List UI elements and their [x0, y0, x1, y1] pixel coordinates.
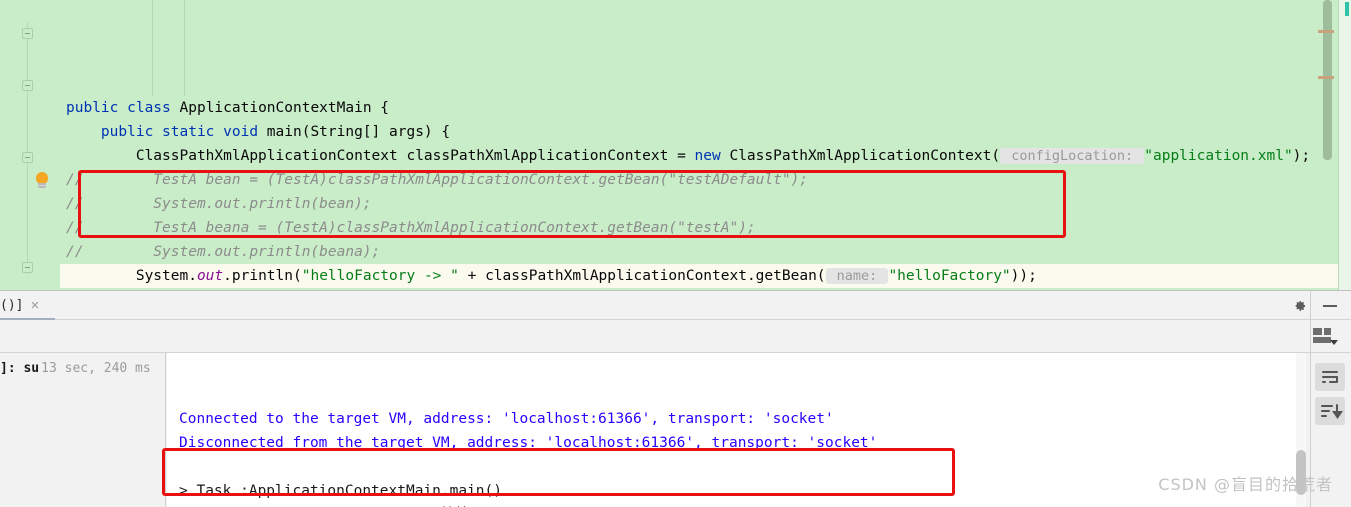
run-tab[interactable]: ()] ×	[0, 291, 47, 320]
code-token: out	[196, 268, 224, 284]
run-duration-text: 13 sec, 240 ms	[41, 361, 151, 376]
code-token: name:	[825, 268, 889, 284]
lightbulb-icon[interactable]	[34, 172, 50, 190]
editor-status-marker	[1345, 2, 1349, 16]
code-token: new	[694, 148, 730, 164]
code-token: static	[162, 124, 224, 140]
layout-cell	[1324, 328, 1331, 335]
editor-gutter[interactable]	[0, 0, 60, 290]
code-editor[interactable]: public class ApplicationContextMain { pu…	[0, 0, 1351, 290]
run-result-summary: ]: su 13 sec, 240 ms	[0, 353, 166, 507]
code-line[interactable]: ClassPathXmlApplicationContext classPath…	[60, 144, 1351, 168]
lightbulb-base	[38, 183, 46, 188]
code-token: void	[223, 124, 267, 140]
code-token: configLocation:	[1000, 148, 1145, 164]
code-token: // TestA beana = (TestA)classPathXmlAppl…	[66, 220, 756, 236]
code-token: "helloFactory"	[888, 268, 1011, 284]
code-token: (String[] args) {	[301, 124, 451, 140]
code-token: main	[266, 124, 302, 140]
code-token: ClassPathXmlApplicationContext(	[729, 148, 1001, 164]
code-token: ClassPathXmlApplicationContext classPath…	[66, 148, 695, 164]
chevron-down-icon[interactable]	[1330, 340, 1338, 345]
run-tab-label: ()]	[0, 298, 24, 313]
console-line: Disconnected from the target VM, address…	[179, 435, 878, 451]
layout-cell	[1313, 328, 1322, 335]
csdn-watermark: CSDN @盲目的拾荒者	[1158, 475, 1333, 494]
code-token: // System.out.println(bean);	[66, 196, 372, 212]
editor-change-marker	[1318, 76, 1334, 79]
code-line[interactable]: public static void main(String[] args) {	[60, 120, 1351, 144]
run-toolstrip	[0, 320, 1351, 353]
code-token: .println(	[223, 268, 302, 284]
console-line: > Task :ApplicationContextMain.main()	[179, 483, 503, 499]
code-line[interactable]: public class ApplicationContextMain {	[60, 96, 1351, 120]
code-token: );	[1292, 148, 1311, 164]
soft-wrap-icon[interactable]	[1315, 363, 1345, 391]
editor-scrollbar-thumb[interactable]	[1323, 0, 1332, 160]
run-status-text: ]: su	[0, 361, 40, 376]
code-token: class	[127, 100, 180, 116]
fold-guide-line	[27, 22, 28, 274]
code-token: ));	[1010, 268, 1037, 284]
code-line[interactable]: // System.out.println(beana);	[60, 240, 1351, 264]
fold-marker-icon[interactable]	[22, 28, 33, 39]
fold-marker-icon[interactable]	[22, 80, 33, 91]
console-line: helloFactory -> Hello(content=拉拉)	[179, 503, 1296, 507]
gear-icon[interactable]	[1291, 298, 1307, 314]
code-token: "application.xml"	[1144, 148, 1293, 164]
code-line[interactable]: // TestA bean = (TestA)classPathXmlAppli…	[60, 168, 1351, 192]
code-token: public	[66, 100, 128, 116]
fold-marker-icon[interactable]	[22, 262, 33, 273]
fold-marker-icon[interactable]	[22, 152, 33, 163]
code-token: // System.out.println(beana);	[66, 244, 381, 260]
console-line: Connected to the target VM, address: 'lo…	[179, 411, 834, 427]
ide-window: public class ApplicationContextMain { pu…	[0, 0, 1351, 507]
console-output[interactable]: Connected to the target VM, address: 'lo…	[167, 353, 1296, 507]
code-token: public	[100, 124, 163, 140]
code-text-area[interactable]: public class ApplicationContextMain { pu…	[60, 0, 1351, 290]
close-icon[interactable]: ×	[30, 298, 39, 313]
scroll-to-end-icon[interactable]	[1315, 397, 1345, 425]
code-line[interactable]: // TestA beana = (TestA)classPathXmlAppl…	[60, 216, 1351, 240]
code-token: "helloFactory -> "	[301, 268, 459, 284]
run-tab-bar: ()] ×	[0, 291, 1351, 321]
code-line[interactable]: // System.out.println(bean);	[60, 192, 1351, 216]
code-token: + classPathXmlApplicationContext.getBean…	[458, 268, 826, 284]
run-tool-window: ()] ×]: su 13 sec, 240 ms Connected to …	[0, 290, 1351, 507]
layout-cell	[1313, 337, 1331, 343]
code-token: // TestA bean = (TestA)classPathXmlAppli…	[66, 172, 809, 188]
layout-settings-icon[interactable]	[1313, 328, 1338, 346]
editor-change-marker	[1318, 30, 1334, 33]
code-line[interactable]: System.out.println("helloFactory -> " + …	[60, 264, 1351, 288]
code-lines: public class ApplicationContextMain { pu…	[60, 96, 1351, 290]
editor-marker-track[interactable]	[1338, 0, 1351, 290]
console-lines: Connected to the target VM, address: 'lo…	[179, 407, 1296, 507]
console-side-toolbar	[1315, 363, 1345, 425]
code-token: System.	[66, 268, 197, 284]
minimize-icon[interactable]	[1323, 305, 1337, 307]
code-token: ApplicationContextMain {	[179, 100, 390, 116]
